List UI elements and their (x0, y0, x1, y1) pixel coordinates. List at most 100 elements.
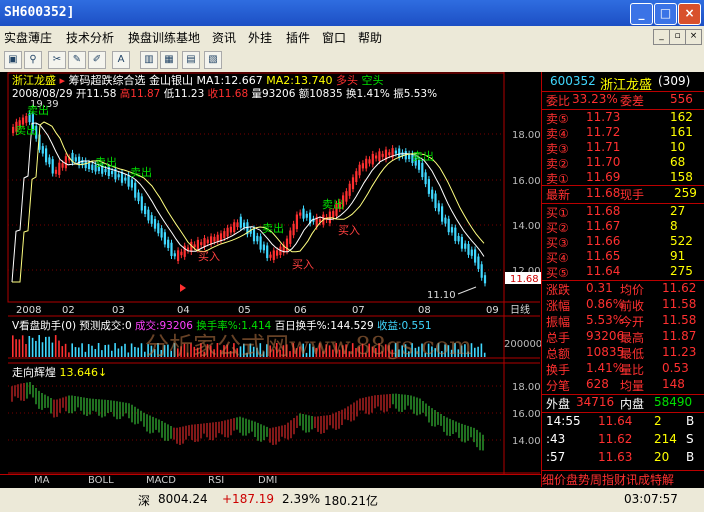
low-mark: 11.10 (427, 290, 456, 301)
volume-bar (15, 339, 17, 357)
volume-forecast: 预测成交:0 (79, 320, 132, 332)
buy-level-volume: 522 (670, 234, 693, 248)
sell-level-volume: 158 (670, 170, 693, 184)
window-icon[interactable]: ▣ (4, 51, 22, 69)
tab-rsi[interactable]: RSI (208, 475, 224, 488)
sub-close-button[interactable]: × (685, 29, 702, 45)
menu-tech-analysis[interactable]: 技术分析 (66, 29, 114, 46)
waipan-label: 外盘 (546, 397, 571, 411)
volume-bar (124, 343, 126, 357)
candlestick-icon[interactable]: ▥ (140, 51, 158, 69)
status-amount: 180.21亿 (324, 494, 378, 508)
chart-area[interactable]: 18.00 16.00 14.00 12.00 11.68 18.00 16.0… (0, 72, 541, 487)
sub-restore-button[interactable]: ▫ (669, 29, 686, 45)
ma2-line (12, 121, 485, 283)
minimize-button[interactable]: _ (630, 3, 653, 25)
menu-help[interactable]: 帮助 (358, 29, 382, 46)
volume-bar (94, 349, 97, 357)
weicha-value: 556 (670, 92, 693, 106)
volume-bar (45, 336, 47, 357)
tick-time: :57 (546, 450, 566, 464)
sell-level-price: 11.69 (586, 170, 621, 184)
buy-level-price: 11.67 (586, 219, 621, 233)
volume-bar (114, 343, 116, 357)
chart-canvas[interactable]: 18.00 16.00 14.00 12.00 11.68 18.00 16.0… (0, 72, 541, 487)
volume-bar (54, 335, 57, 357)
weibi-label: 委比 (546, 94, 571, 108)
stat-value: 93206 (586, 329, 625, 343)
volume-bar (107, 344, 110, 357)
volume-bar (41, 342, 44, 357)
volume-bar (137, 347, 139, 357)
trend-title: 走向辉煌 (12, 366, 56, 379)
menu-training[interactable]: 换盘训练基地 (128, 29, 200, 46)
tab-boll[interactable]: BOLL (88, 475, 114, 488)
volume-bar (21, 335, 24, 357)
pen-icon[interactable]: ✎ (68, 51, 86, 69)
marker-icon[interactable]: ✐ (88, 51, 106, 69)
tab-macd[interactable]: MACD (146, 475, 176, 488)
status-time: 03:07:57 (624, 492, 678, 506)
chart-icon[interactable]: ▤ (182, 51, 200, 69)
x-label-09: 09 (486, 305, 499, 316)
x-label-07: 07 (352, 305, 365, 316)
volume-bar (38, 335, 40, 357)
arrow-marker (180, 284, 186, 292)
grid-icon[interactable]: ▦ (160, 51, 178, 69)
tick-price: 11.62 (598, 432, 633, 446)
trend-tick-14: 14.00 (512, 436, 541, 447)
volume-title: V看盘助手(0) (12, 320, 77, 332)
stat-label: 均价 (620, 283, 645, 297)
quote-bottom-tabs[interactable]: 细价盘势周指财讯成特解 (542, 471, 674, 488)
stat-value: 628 (586, 377, 609, 391)
tick-side: B (686, 414, 695, 428)
buy-level-label: 买⑤ (546, 266, 569, 280)
menu-shipan[interactable]: 实盘薄庄 (4, 29, 52, 46)
low-mark-line (457, 286, 477, 295)
bar-volume: 量93206 (251, 88, 296, 100)
search-icon[interactable]: ⚲ (24, 51, 42, 69)
volume-bar (480, 343, 483, 357)
sell-level-price: 11.72 (586, 125, 621, 139)
volume-bar (104, 344, 106, 357)
buy-signal: 买入 (198, 250, 220, 263)
buy-level-volume: 91 (670, 249, 686, 263)
stat-value: 0.53 (662, 361, 689, 375)
tick-side: B (686, 450, 695, 464)
close-button[interactable]: × (678, 3, 701, 25)
stat-value: 11.62 (662, 281, 697, 295)
window-title: SH600352] (4, 5, 75, 20)
volume-bar (81, 343, 83, 357)
sub-minimize-button[interactable]: _ (653, 29, 670, 45)
stat-label: 振幅 (546, 315, 571, 329)
buy-level-volume: 27 (670, 204, 686, 218)
x-label-2008: 2008 (16, 305, 41, 316)
tab-ma[interactable]: MA (34, 475, 49, 488)
weibi-value: 33.23% (572, 92, 618, 106)
bar-close: 收11.68 (207, 88, 249, 100)
sell-level-volume: 161 (670, 125, 693, 139)
buy-level-price: 11.64 (586, 264, 621, 278)
menu-news[interactable]: 资讯 (212, 29, 236, 46)
menu-plugins[interactable]: 插件 (286, 29, 310, 46)
tick-row: :43 11.62 214 S (542, 432, 702, 449)
stat-label: 总手 (546, 331, 571, 345)
stat-label: 换手 (546, 363, 571, 377)
scissors-icon[interactable]: ✂ (48, 51, 66, 69)
menu-plugin-ext[interactable]: 外挂 (248, 29, 272, 46)
volume-bar (127, 352, 130, 357)
volume-bar (84, 351, 87, 357)
tab-dmi[interactable]: DMI (258, 475, 277, 488)
stat-value: 1.41% (586, 361, 625, 375)
bar-amplitude: 振5.53% (393, 88, 438, 100)
volume-bar (35, 340, 37, 357)
chart-list-icon[interactable]: ▧ (204, 51, 222, 69)
buy-signal: 买入 (338, 224, 360, 237)
sell-signal: 卖出 (412, 149, 434, 163)
sell-signal: 卖出 (27, 103, 49, 117)
trend-value: 13.646 (59, 366, 99, 379)
sell-level-volume: 10 (670, 140, 686, 154)
menu-window[interactable]: 窗口 (322, 29, 346, 46)
text-icon[interactable]: A (112, 51, 130, 69)
maximize-button[interactable]: □ (654, 3, 677, 25)
